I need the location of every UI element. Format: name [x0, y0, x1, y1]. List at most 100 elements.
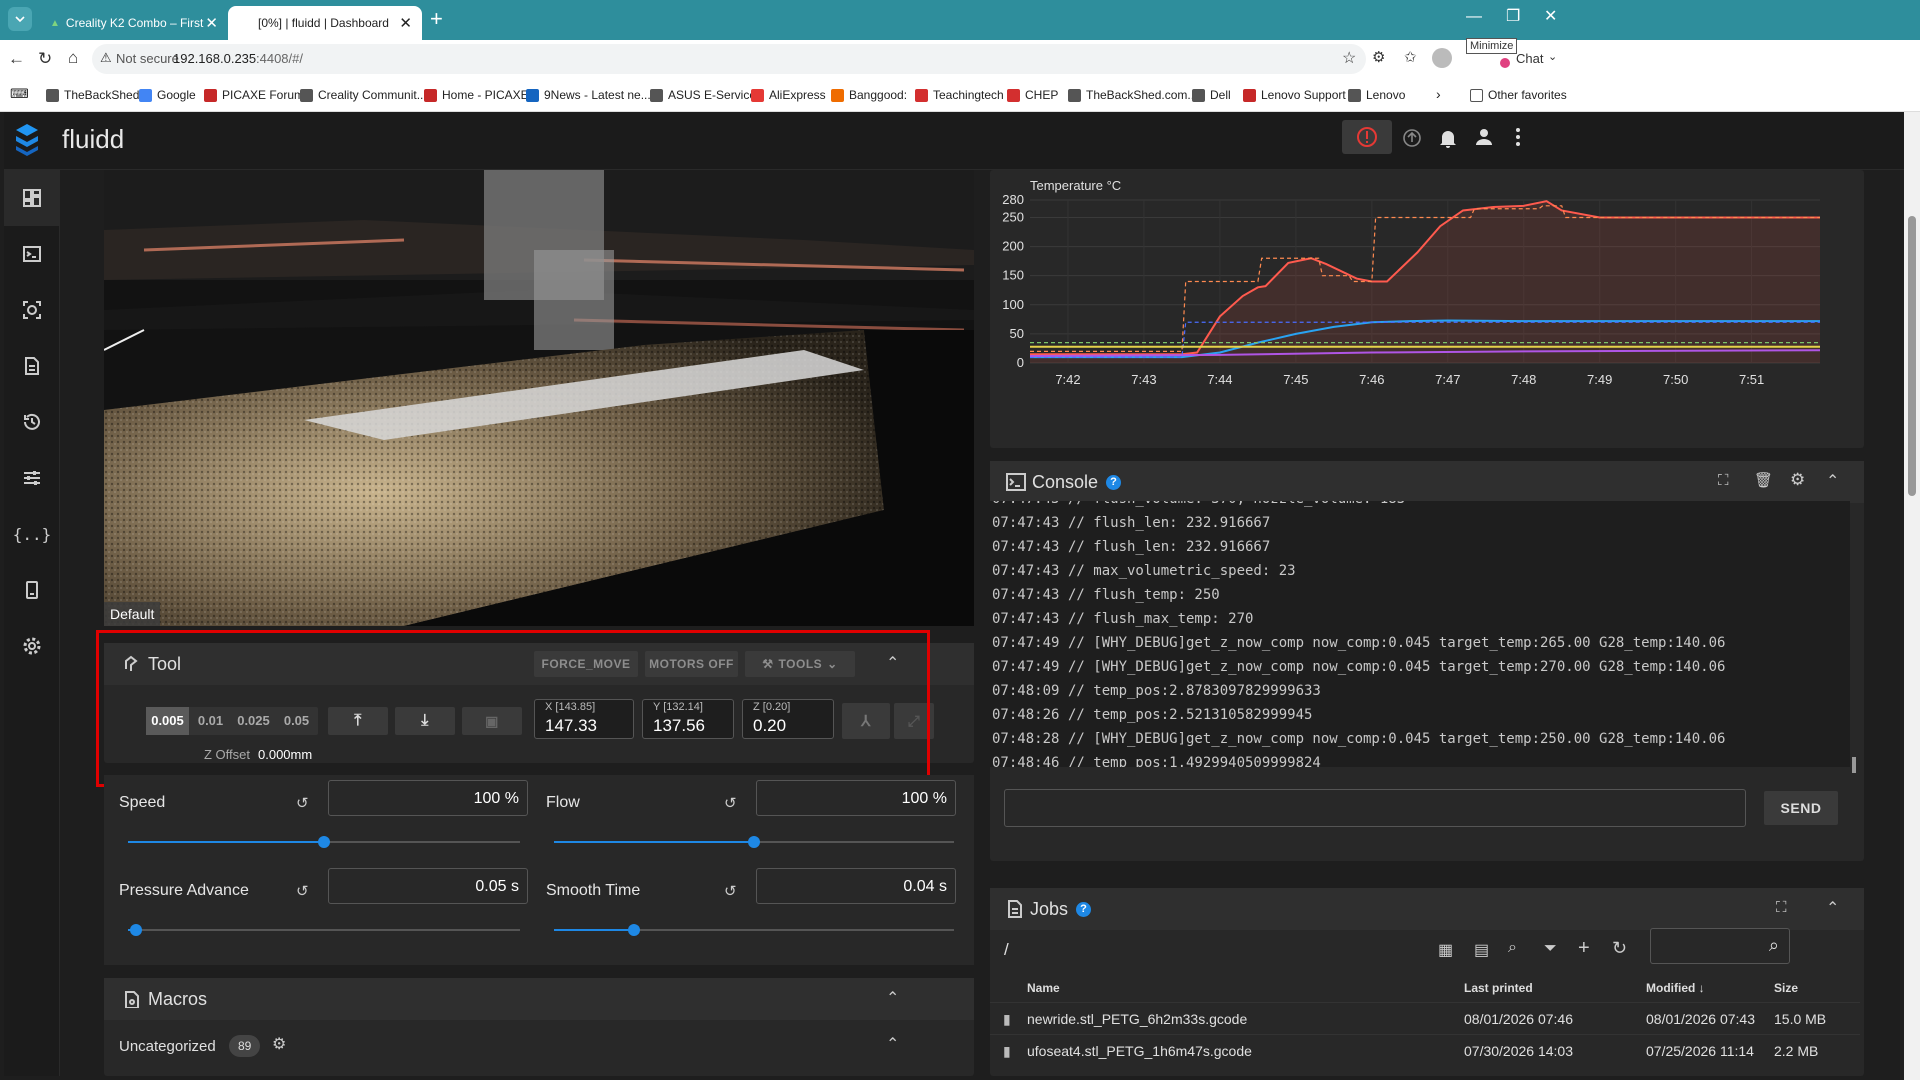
- favorite-link[interactable]: Dell: [1192, 88, 1231, 102]
- collapse-icon[interactable]: ⌃: [886, 988, 899, 1008]
- camera-name-label: Default: [104, 602, 161, 626]
- collapse-icon[interactable]: ⌃: [1826, 471, 1839, 491]
- gear-icon[interactable]: ⚙: [272, 1034, 286, 1054]
- chat-label[interactable]: Chat: [1516, 51, 1543, 66]
- nav-camera[interactable]: [4, 282, 60, 338]
- slider-handle[interactable]: [318, 836, 330, 848]
- reset-icon[interactable]: ↺: [296, 882, 309, 900]
- upload-icon[interactable]: [1402, 128, 1422, 148]
- slider-handle[interactable]: [748, 836, 760, 848]
- more-vert-icon[interactable]: [1514, 127, 1522, 147]
- sd-card-icon[interactable]: ▤: [1474, 940, 1489, 960]
- reset-icon[interactable]: ↺: [296, 794, 309, 812]
- column-header-last-printed[interactable]: Last printed: [1464, 981, 1533, 995]
- favorites-icon[interactable]: ✩: [1404, 48, 1417, 66]
- pressure-advance-input[interactable]: 0.05 s: [328, 868, 528, 904]
- reload-icon[interactable]: ↻: [38, 49, 52, 69]
- favorite-link[interactable]: TheBackShed.com...: [1068, 88, 1197, 102]
- favorite-link[interactable]: CHEP: [1007, 88, 1058, 102]
- add-icon[interactable]: +: [1578, 937, 1590, 960]
- flow-slider[interactable]: [554, 836, 954, 848]
- bell-icon[interactable]: [1438, 127, 1458, 149]
- jobs-search-input[interactable]: ⌕: [1650, 928, 1790, 964]
- nav-settings[interactable]: [4, 618, 60, 674]
- window-restore-icon[interactable]: ❐: [1506, 6, 1520, 26]
- fullscreen-icon[interactable]: ⛶: [1776, 899, 1787, 916]
- column-header-name[interactable]: Name: [1027, 981, 1060, 995]
- smooth-time-input[interactable]: 0.04 s: [756, 868, 956, 904]
- table-row[interactable]: ▮ newride.stl_PETG_6h2m33s.gcode 08/01/2…: [990, 1002, 1860, 1034]
- reset-icon[interactable]: ↺: [724, 794, 737, 812]
- reset-icon[interactable]: ↺: [724, 882, 737, 900]
- nav-history[interactable]: [4, 394, 60, 450]
- search-icon[interactable]: ⌕: [1508, 939, 1517, 957]
- flow-input[interactable]: 100 %: [756, 780, 956, 816]
- collapse-icon[interactable]: ⌃: [886, 1034, 899, 1054]
- favorite-link[interactable]: TheBackShed: [46, 88, 139, 102]
- camera-feed[interactable]: Default: [104, 170, 974, 626]
- nav-console[interactable]: [4, 226, 60, 282]
- thumbnail-icon[interactable]: ▦: [1438, 940, 1453, 960]
- favorite-link[interactable]: ASUS E-Service: [650, 88, 756, 102]
- nav-files[interactable]: [4, 338, 60, 394]
- warning-icon[interactable]: ⚠: [100, 50, 112, 66]
- close-icon[interactable]: ✕: [205, 14, 218, 32]
- chat-icon[interactable]: [1500, 58, 1510, 68]
- nav-tune[interactable]: [4, 450, 60, 506]
- tab-creality[interactable]: ▲ Creality K2 Combo – First Layer Iss ✕: [40, 6, 228, 40]
- favorite-link[interactable]: 9News - Latest ne...: [526, 88, 651, 102]
- nav-config[interactable]: {..}: [4, 506, 60, 562]
- window-close-icon[interactable]: ✕: [1544, 6, 1557, 26]
- back-icon[interactable]: ←: [8, 49, 25, 69]
- favorite-link[interactable]: Teachingtech: [915, 88, 1004, 102]
- home-icon[interactable]: ⌂: [68, 48, 78, 68]
- tab-fluidd[interactable]: [0%] | fluidd | Dashboard ✕: [228, 6, 422, 40]
- collapse-icon[interactable]: ⌃: [1826, 898, 1839, 918]
- filter-icon[interactable]: ⏷: [1544, 940, 1557, 958]
- slider-handle[interactable]: [129, 924, 142, 936]
- chevron-down-icon[interactable]: ⌄: [1548, 50, 1557, 63]
- chevron-right-icon[interactable]: ›: [1436, 86, 1441, 102]
- nav-dashboard[interactable]: [4, 170, 60, 226]
- favorite-link[interactable]: Lenovo: [1348, 88, 1405, 102]
- user-icon[interactable]: [1474, 127, 1494, 147]
- column-header-modified[interactable]: Modified ↓: [1646, 981, 1705, 995]
- temperature-chart[interactable]: Temperature °C 280 250 200 150 100 50 0 7:42 7:43…: [990, 170, 1864, 448]
- page-scrollbar[interactable]: [1904, 112, 1920, 1080]
- slider-handle[interactable]: [628, 924, 640, 936]
- new-tab-button[interactable]: +: [430, 6, 443, 32]
- other-favorites[interactable]: Other favorites: [1470, 88, 1567, 102]
- emergency-stop-button[interactable]: [1342, 120, 1392, 154]
- profile-avatar[interactable]: [1432, 48, 1452, 68]
- nav-system[interactable]: [4, 562, 60, 618]
- gear-icon[interactable]: ⚙: [1790, 470, 1805, 490]
- close-icon[interactable]: ✕: [399, 14, 412, 32]
- help-icon[interactable]: ?: [1076, 901, 1092, 917]
- fullscreen-icon[interactable]: ⛶: [1718, 472, 1729, 489]
- console-input[interactable]: [1004, 789, 1746, 827]
- console-scrollbar[interactable]: [1852, 757, 1856, 773]
- speed-input[interactable]: 100 %: [328, 780, 528, 816]
- keyboard-icon[interactable]: ⌨: [10, 86, 29, 102]
- favorite-link[interactable]: Lenovo Support: [1243, 88, 1346, 102]
- scrollbar-thumb[interactable]: [1908, 216, 1916, 496]
- trash-icon[interactable]: 🗑: [1754, 471, 1773, 489]
- favorite-link[interactable]: Banggood:: [831, 88, 907, 102]
- star-icon[interactable]: ☆: [1342, 48, 1356, 68]
- favorite-link[interactable]: Google: [139, 88, 196, 102]
- favorite-link[interactable]: PICAXE Forum: [204, 88, 304, 102]
- smooth-time-slider[interactable]: [554, 924, 954, 936]
- column-header-size[interactable]: Size: [1774, 981, 1798, 995]
- table-row[interactable]: ▮ ufoseat4.stl_PETG_1h6m47s.gcode 07/30/…: [990, 1034, 1860, 1066]
- favorite-link[interactable]: AliExpress: [751, 88, 826, 102]
- pressure-advance-slider[interactable]: [128, 924, 520, 936]
- help-icon[interactable]: ?: [1106, 474, 1122, 490]
- extensions-icon[interactable]: ⚙: [1372, 48, 1385, 66]
- favorite-link[interactable]: Home - PICAXE: [424, 88, 529, 102]
- favorite-link[interactable]: Creality Communit...: [300, 88, 427, 102]
- refresh-icon[interactable]: ↻: [1612, 938, 1627, 959]
- speed-slider[interactable]: [128, 836, 520, 848]
- window-minimize-icon[interactable]: —: [1466, 8, 1482, 26]
- tab-actions-button[interactable]: [8, 7, 32, 31]
- send-button[interactable]: SEND: [1764, 791, 1838, 825]
